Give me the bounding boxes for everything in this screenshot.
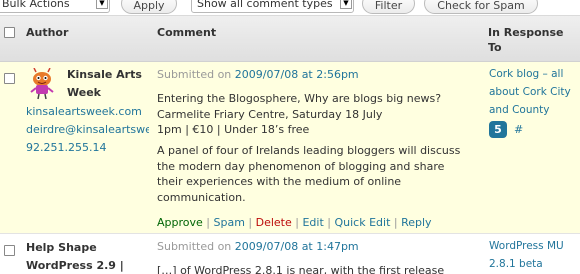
- comment-body-paragraph: A panel of four of Irelands leading blog…: [157, 143, 460, 205]
- chevron-down-icon: ▼: [340, 0, 352, 9]
- author-name-line2: WordPress 2.9 |: [26, 259, 124, 272]
- comment-type-select[interactable]: Show all comment types ▼: [191, 0, 354, 13]
- author-column-header[interactable]: Author: [26, 25, 68, 41]
- chevron-down-icon: ▼: [96, 0, 108, 9]
- avatar: [26, 68, 58, 100]
- submitted-date-link[interactable]: 2009/07/08 at 1:47pm: [235, 240, 359, 253]
- response-post-link[interactable]: WordPress MU 2.8.1 beta: [489, 237, 564, 273]
- submitted-label: Submitted on: [157, 68, 232, 81]
- comments-toolbar: Bulk Actions ▼ Apply Show all comment ty…: [0, 0, 580, 15]
- author-email-link[interactable]: deirdre@kinsaleartswe: [26, 121, 149, 139]
- comments-page: Bulk Actions ▼ Apply Show all comment ty…: [0, 0, 580, 274]
- quick-edit-link[interactable]: Quick Edit: [334, 216, 390, 229]
- action-separator: |: [244, 216, 256, 229]
- comment-count-badge[interactable]: 5: [489, 121, 507, 138]
- reply-link[interactable]: Reply: [401, 216, 431, 229]
- submitted-info: Submitted on 2009/07/08 at 2:56pm: [157, 66, 359, 84]
- table-header: Author Comment In Response To: [0, 15, 580, 62]
- comment-line: Carmelite Friary Centre, Saturday 18 Jul…: [157, 107, 383, 121]
- response-post-line[interactable]: and County: [489, 101, 571, 119]
- apply-button[interactable]: Apply: [121, 0, 177, 14]
- response-column-header-line2[interactable]: To: [488, 40, 502, 56]
- comment-type-label: Show all comment types: [197, 0, 333, 10]
- comment-line: 1pm | €10 | Under 18’s free: [157, 123, 310, 136]
- permalink-link[interactable]: #: [514, 121, 523, 139]
- bulk-actions-select[interactable]: Bulk Actions ▼: [0, 0, 110, 13]
- approve-link[interactable]: Approve: [157, 216, 203, 229]
- select-all-checkbox[interactable]: [4, 27, 15, 38]
- comment-line: A panel of four of Irelands leading blog…: [157, 144, 461, 157]
- spam-link[interactable]: Spam: [213, 216, 244, 229]
- row-checkbox[interactable]: [4, 73, 15, 84]
- delete-link[interactable]: Delete: [256, 216, 292, 229]
- response-post-line[interactable]: about Cork City: [489, 83, 571, 101]
- author-name: Kinsale Arts: [67, 68, 142, 81]
- response-post-link[interactable]: Cork blog – all about Cork City and Coun…: [489, 65, 571, 119]
- action-separator: |: [323, 216, 335, 229]
- bulk-actions-label: Bulk Actions: [2, 0, 70, 10]
- submitted-label: Submitted on: [157, 240, 232, 253]
- response-post-line[interactable]: WordPress MU: [489, 237, 564, 255]
- check-spam-button[interactable]: Check for Spam: [424, 0, 538, 14]
- response-column-header-line1[interactable]: In Response: [488, 25, 564, 41]
- comment-line: communication.: [157, 190, 246, 204]
- action-separator: |: [390, 216, 402, 229]
- comment-body: Entering the Blogosphere, Why are blogs …: [157, 91, 441, 138]
- action-separator: |: [202, 216, 214, 229]
- submitted-info: Submitted on 2009/07/08 at 1:47pm: [157, 238, 359, 256]
- author-name-line2: Week: [67, 86, 101, 99]
- comment-line: Entering the Blogosphere, Why are blogs …: [157, 92, 442, 105]
- row-actions: Approve | Spam | Delete | Edit | Quick E…: [157, 214, 432, 232]
- author-ip-link[interactable]: 92.251.255.14: [26, 139, 106, 157]
- comment-body: […] of WordPress 2.8.1 is near, with the…: [157, 264, 445, 274]
- comment-line: the modern day phenomenon of blogging an…: [157, 159, 445, 173]
- comment-line: their experiences with the medium of onl…: [157, 175, 402, 188]
- response-post-line[interactable]: Cork blog – all: [489, 65, 571, 83]
- action-separator: |: [291, 216, 303, 229]
- author-url-link[interactable]: kinsaleartsweek.com: [26, 103, 142, 121]
- row-checkbox[interactable]: [4, 245, 15, 256]
- author-name: Help Shape: [26, 241, 97, 254]
- submitted-date-link[interactable]: 2009/07/08 at 2:56pm: [235, 68, 359, 81]
- comment-column-header[interactable]: Comment: [157, 25, 216, 41]
- filter-button[interactable]: Filter: [362, 0, 415, 14]
- response-post-line[interactable]: 2.8.1 beta: [489, 255, 564, 273]
- edit-link[interactable]: Edit: [302, 216, 323, 229]
